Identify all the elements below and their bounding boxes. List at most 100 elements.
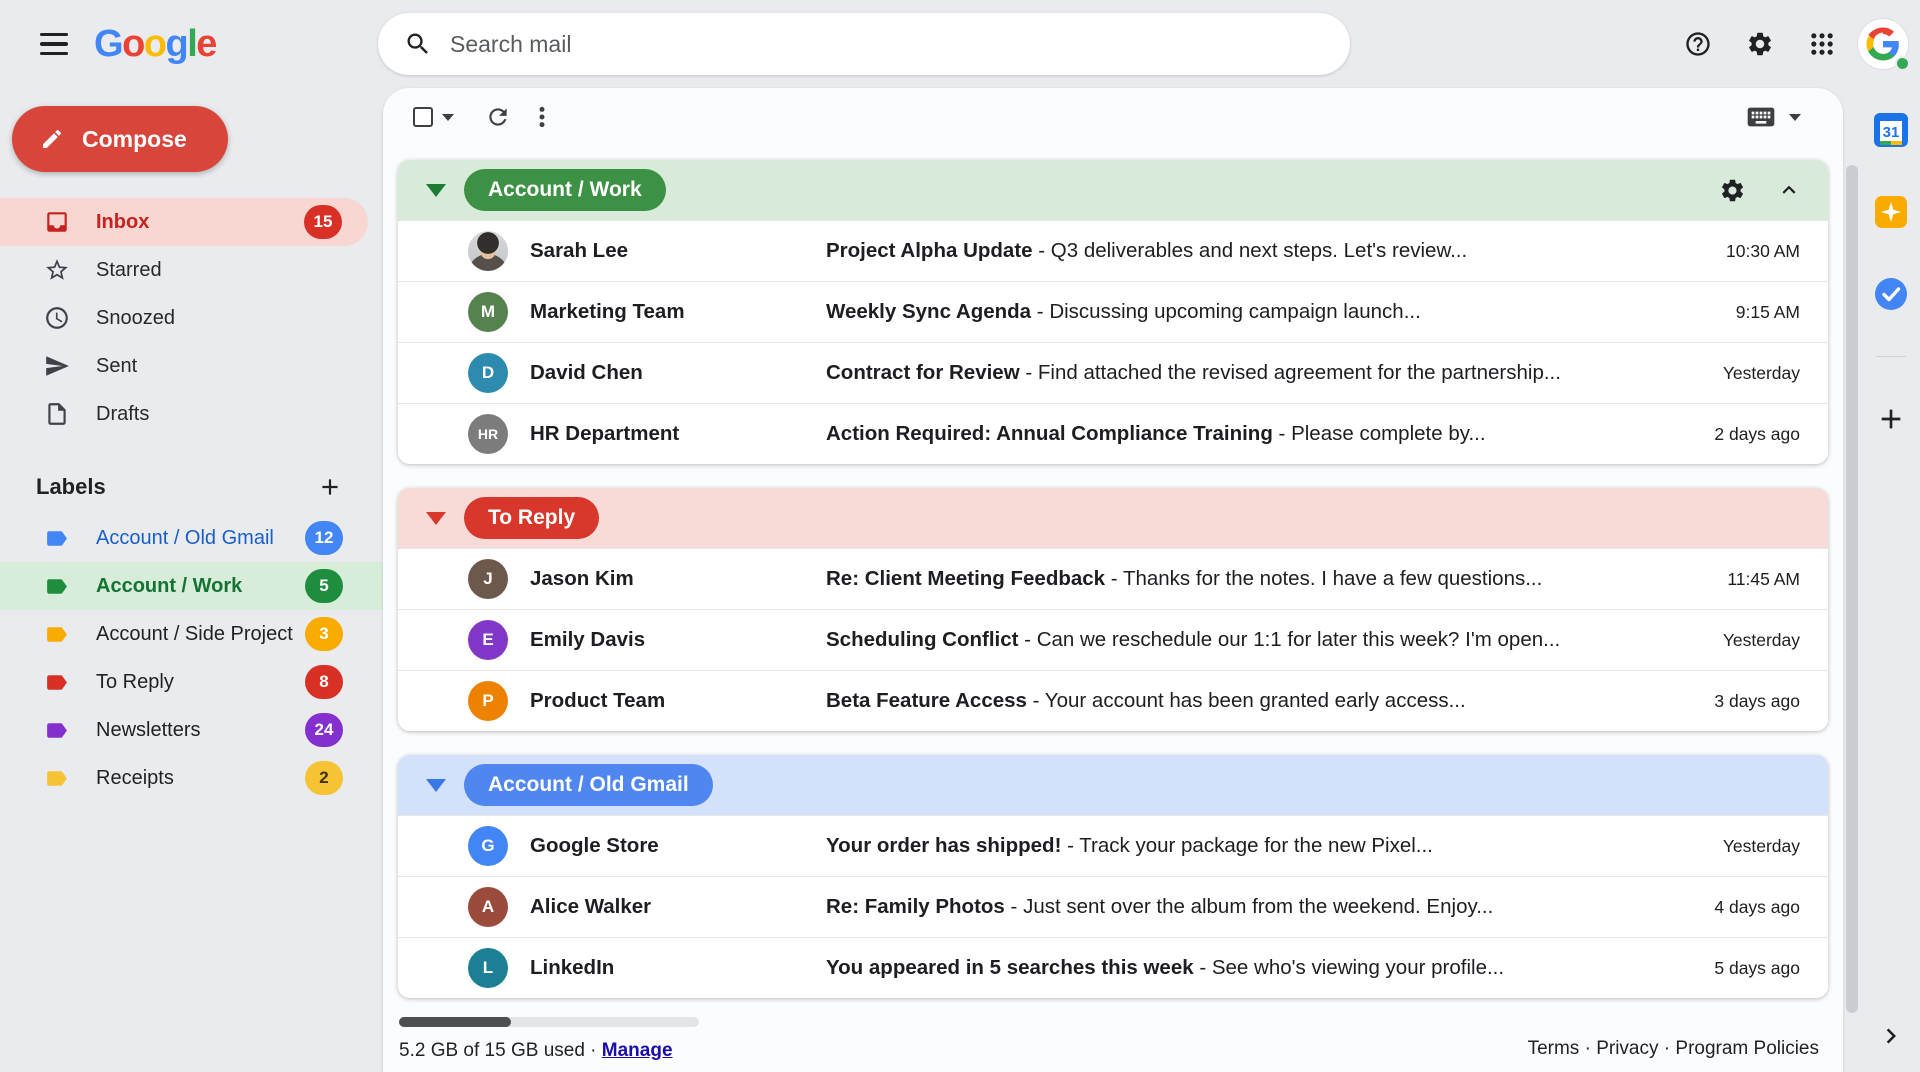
email-sender: Marketing Team [530,300,826,324]
email-row[interactable]: HR HR Department Action Required: Annual… [398,403,1828,464]
keyboard-dropdown-caret-icon[interactable] [1789,114,1801,121]
avatar: M [468,292,508,332]
vertical-scrollbar[interactable] [1846,165,1858,1013]
avatar [468,231,508,271]
select-all-control[interactable] [413,107,454,127]
section-header[interactable]: To Reply [398,488,1828,548]
horizontal-scrollbar[interactable] [399,1017,699,1027]
dot-separator: · [1664,1038,1670,1059]
email-subject-snippet: Re: Client Meeting Feedback - Thanks for… [826,567,1670,591]
search-input[interactable] [450,31,1324,58]
label-count-badge: 12 [305,521,343,555]
sparkle-icon[interactable] [1871,192,1911,232]
presence-dot [1895,56,1910,71]
sidebar-item-snoozed[interactable]: Snoozed [0,294,368,342]
compose-button[interactable]: Compose [12,106,228,172]
email-row[interactable]: J Jason Kim Re: Client Meeting Feedback … [398,548,1828,609]
settings-gear-icon[interactable] [1734,18,1786,70]
sidebar-item-starred[interactable]: Starred [0,246,368,294]
avatar: E [468,620,508,660]
svg-text:31: 31 [1883,124,1900,141]
email-sender: LinkedIn [530,956,826,980]
email-row[interactable]: G Google Store Your order has shipped! -… [398,815,1828,876]
sidebar-label-newsletters[interactable]: Newsletters 24 [0,706,383,754]
avatar: P [468,681,508,721]
apps-grid-icon[interactable] [1796,18,1848,70]
email-subject-snippet: Scheduling Conflict - Can we reschedule … [826,628,1670,652]
program-policies-link[interactable]: Program Policies [1675,1038,1819,1059]
email-time: 4 days ago [1670,897,1800,918]
avatar: J [468,559,508,599]
privacy-link[interactable]: Privacy [1596,1038,1658,1059]
email-subject-snippet: Re: Family Photos - Just sent over the a… [826,895,1670,919]
add-label-icon[interactable] [317,474,343,500]
email-row[interactable]: M Marketing Team Weekly Sync Agenda - Di… [398,281,1828,342]
dot-separator: · [1585,1038,1591,1059]
email-subject-snippet: Action Required: Annual Compliance Train… [826,422,1670,446]
terms-link[interactable]: Terms [1528,1038,1580,1059]
avatar: A [468,887,508,927]
mail-list-panel: Account / Work Sarah Lee Project Alpha U… [383,88,1843,1072]
manage-storage-link[interactable]: Manage [602,1040,673,1061]
label-count-badge: 3 [305,617,343,651]
label-name: To Reply [96,671,305,694]
select-dropdown-caret-icon[interactable] [442,114,454,121]
search-bar[interactable] [378,13,1350,75]
label-tag-icon [44,766,69,791]
collapse-triangle-icon[interactable] [426,779,446,792]
sidebar-label-receipts[interactable]: Receipts 2 [0,754,383,802]
section-header[interactable]: Account / Work [398,160,1828,220]
logo-letter: o [122,23,144,65]
section-settings-gear-icon[interactable] [1719,177,1746,204]
input-method-control[interactable] [1745,101,1801,133]
label-tag-icon [44,574,69,599]
email-time: Yesterday [1670,363,1800,384]
sidebar-label-account-old-gmail[interactable]: Account / Old Gmail 12 [0,514,383,562]
email-sender: Alice Walker [530,895,826,919]
section-header[interactable]: Account / Old Gmail [398,755,1828,815]
mail-section-account-work: Account / Work Sarah Lee Project Alpha U… [398,160,1828,464]
sidebar-item-label: Sent [96,355,368,378]
sidebar-item-drafts[interactable]: Drafts [0,390,368,438]
collapse-section-icon[interactable] [1776,177,1802,203]
section-title-pill: To Reply [464,497,599,539]
compose-label: Compose [82,126,187,153]
email-time: Yesterday [1670,836,1800,857]
collapse-right-panel-icon[interactable] [1871,1016,1911,1056]
label-count-badge: 8 [305,665,343,699]
rail-divider [1876,356,1906,357]
sidebar-label-to-reply[interactable]: To Reply 8 [0,658,383,706]
label-name: Newsletters [96,719,305,742]
main-menu-icon[interactable] [30,20,78,68]
help-icon[interactable] [1672,18,1724,70]
label-count-badge: 2 [305,761,343,795]
add-addon-icon[interactable] [1871,399,1911,439]
email-row[interactable]: E Emily Davis Scheduling Conflict - Can … [398,609,1828,670]
mail-section-to-reply: To Reply J Jason Kim Re: Client Meeting … [398,488,1828,731]
calendar-icon[interactable]: 31 [1871,110,1911,150]
sidebar-label-account-work[interactable]: Account / Work 5 [0,562,383,610]
email-row[interactable]: A Alice Walker Re: Family Photos - Just … [398,876,1828,937]
sidebar-item-inbox[interactable]: Inbox 15 [0,198,368,246]
more-options-icon[interactable] [520,95,564,139]
sidebar-item-label: Starred [96,259,368,282]
email-subject-snippet: You appeared in 5 searches this week - S… [826,956,1670,980]
google-logo: Google [94,23,216,66]
collapse-triangle-icon[interactable] [426,512,446,525]
account-avatar[interactable] [1858,19,1908,69]
refresh-icon[interactable] [476,95,520,139]
sidebar-label-account-side-project[interactable]: Account / Side Project 3 [0,610,383,658]
email-row[interactable]: L LinkedIn You appeared in 5 searches th… [398,937,1828,998]
sidebar-item-sent[interactable]: Sent [0,342,368,390]
tasks-icon[interactable] [1871,274,1911,314]
draft-file-icon [44,401,70,427]
email-row[interactable]: P Product Team Beta Feature Access - You… [398,670,1828,731]
send-icon [44,353,70,379]
sidebar: Compose Inbox 15 Starred Snoozed Sent Dr… [0,88,383,1072]
collapse-triangle-icon[interactable] [426,184,446,197]
email-row[interactable]: D David Chen Contract for Review - Find … [398,342,1828,403]
email-row[interactable]: Sarah Lee Project Alpha Update - Q3 deli… [398,220,1828,281]
scrollbar-thumb[interactable] [399,1017,511,1027]
email-time: 9:15 AM [1670,302,1800,323]
select-all-checkbox[interactable] [413,107,433,127]
